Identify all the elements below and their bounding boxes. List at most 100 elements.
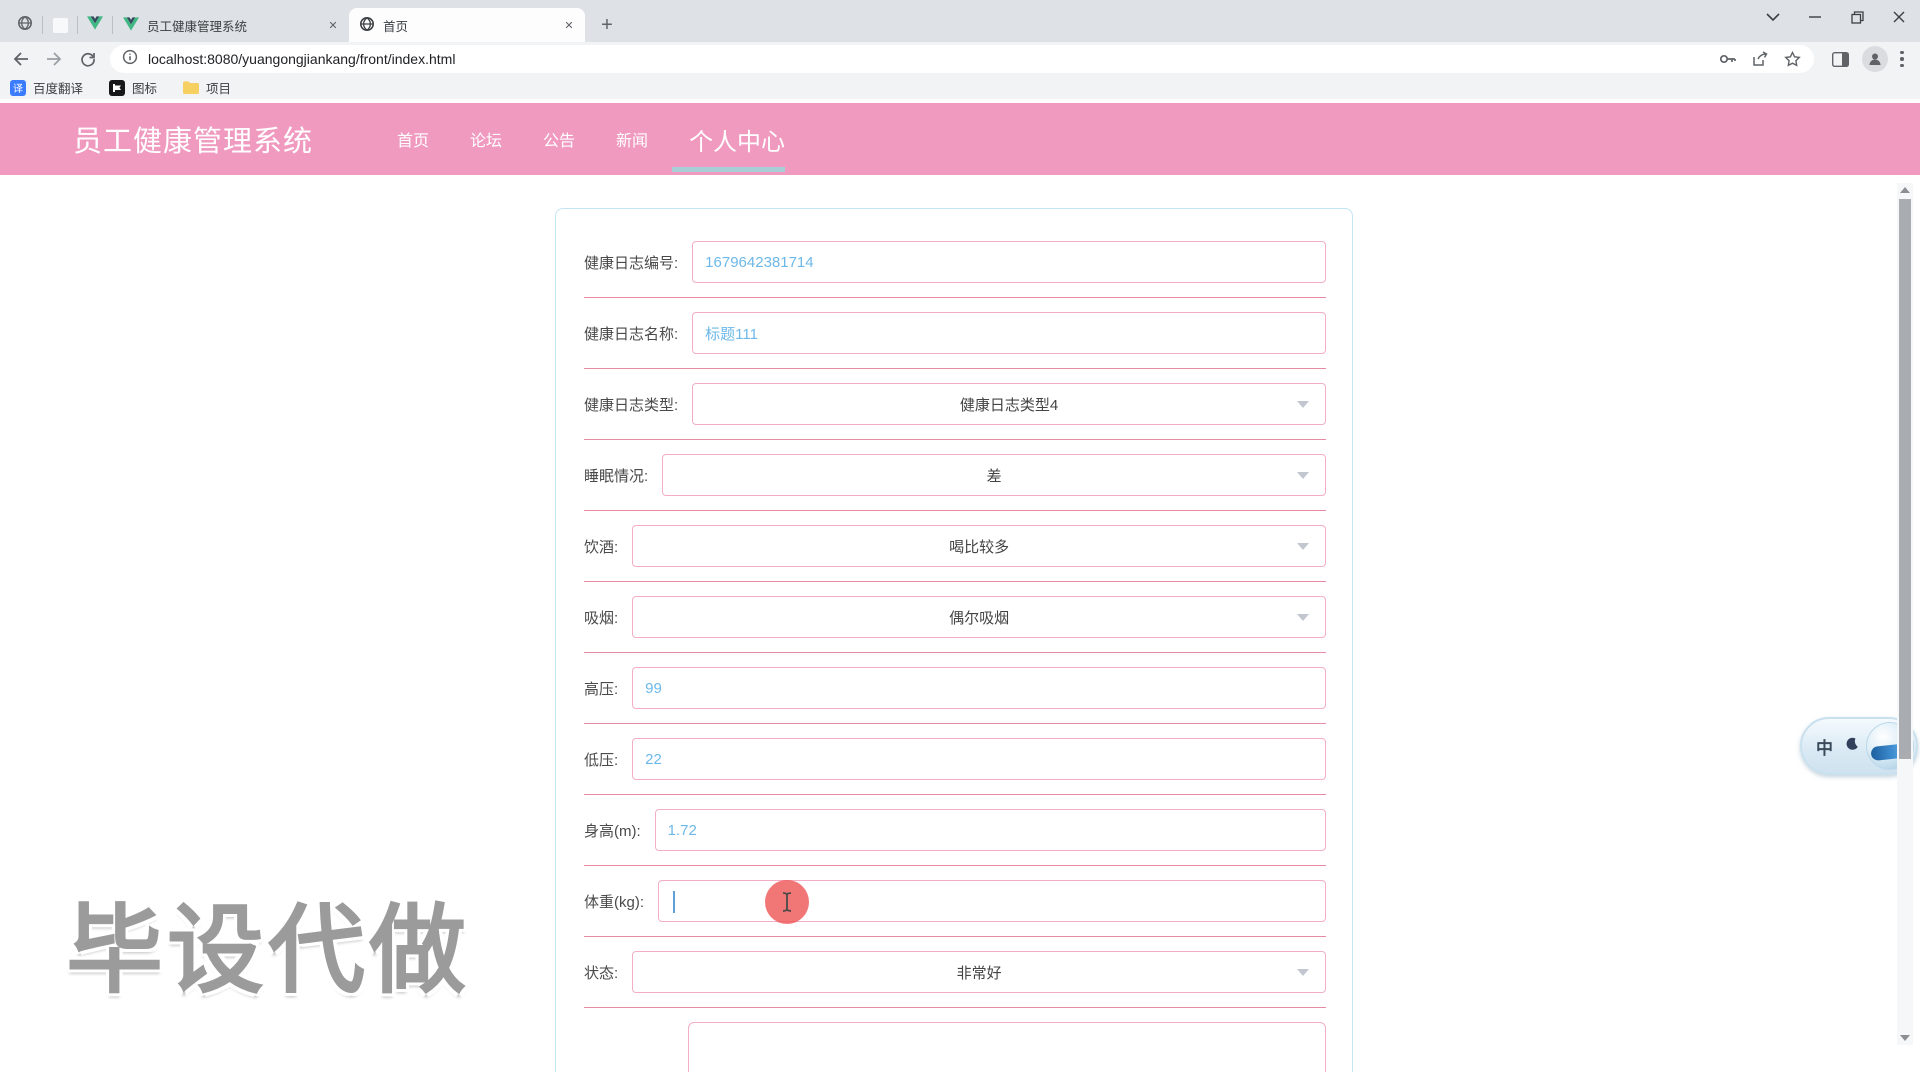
field-label: 高压: (584, 680, 619, 698)
chevron-down-icon (1297, 969, 1309, 976)
ibeam-cursor-icon (782, 892, 792, 912)
smoking-select[interactable]: 偶尔吸烟 (632, 596, 1326, 638)
field-label: 体重(kg): (584, 893, 645, 911)
site-title: 员工健康管理系统 (73, 126, 314, 158)
weight-input[interactable] (658, 880, 1326, 922)
tab-search-chevron-icon[interactable] (1752, 0, 1794, 34)
field-label: 健康日志编号: (584, 254, 679, 272)
restore-button[interactable] (1836, 0, 1878, 34)
tab-home-active[interactable]: 首页 ✕ (349, 8, 585, 42)
nav-item-home[interactable]: 首页 (397, 127, 429, 151)
scroll-up-arrow[interactable] (1899, 184, 1911, 196)
globe-icon (359, 16, 375, 35)
tab-separator (77, 16, 78, 34)
tab-separator (112, 16, 113, 34)
field-row-systolic: 高压: (584, 653, 1326, 724)
active-nav-underline (672, 167, 785, 172)
field-label: 健康日志名称: (584, 325, 679, 343)
nav-item-notice[interactable]: 公告 (543, 127, 575, 151)
reload-button[interactable] (74, 45, 102, 73)
bookmark-baidu-translate[interactable]: 译 百度翻译 (10, 78, 83, 97)
field-row-health-log-type: 健康日志类型: 健康日志类型4 (584, 369, 1326, 440)
moon-icon[interactable] (1845, 737, 1859, 756)
url-text[interactable]: localhost:8080/yuangongjiankang/front/in… (148, 51, 1708, 67)
field-label: 饮酒: (584, 538, 619, 556)
close-window-button[interactable] (1878, 0, 1920, 34)
chevron-down-icon (1297, 543, 1309, 550)
browser-toolbar: localhost:8080/yuangongjiankang/front/in… (0, 42, 1920, 76)
diastolic-pressure-input[interactable] (632, 738, 1326, 780)
forward-button[interactable] (40, 45, 68, 73)
bookmark-label: 项目 (206, 82, 232, 96)
text-caret (673, 891, 676, 913)
field-label: 健康日志类型: (584, 396, 679, 414)
baidu-translate-icon: 译 (10, 79, 26, 96)
ime-mode-indicator[interactable]: 中 (1816, 734, 1833, 759)
scrollbar-thumb[interactable] (1899, 199, 1911, 759)
drinking-select[interactable]: 喝比较多 (632, 525, 1326, 567)
select-value: 健康日志类型4 (959, 396, 1059, 414)
browser-titlebar: 员工健康管理系统 ✕ 首页 ✕ + (0, 0, 1920, 42)
chevron-down-icon (1297, 472, 1309, 479)
bookmark-label: 百度翻译 (33, 82, 84, 96)
chevron-down-icon (1297, 614, 1309, 621)
bookmark-star-icon[interactable] (1780, 47, 1804, 71)
health-log-id-input[interactable] (692, 241, 1326, 283)
nav-item-forum[interactable]: 论坛 (470, 127, 502, 151)
field-row-height: 身高(m): (584, 795, 1326, 866)
scroll-down-arrow[interactable] (1899, 1032, 1911, 1044)
pinned-tab-globe[interactable] (8, 8, 42, 42)
health-log-form-panel: 健康日志编号: 健康日志名称: 健康日志类型: 健康日志类型4 睡眠情况: 差 … (555, 208, 1353, 1072)
site-info-icon[interactable] (122, 49, 138, 70)
select-value: 偶尔吸烟 (949, 609, 1010, 627)
bookmark-icons[interactable]: 图标 (109, 78, 157, 97)
status-select[interactable]: 非常好 (632, 951, 1326, 993)
password-key-icon[interactable] (1716, 47, 1740, 71)
watermark-text: 毕设代做 (66, 896, 470, 1005)
side-panel-icon[interactable] (1826, 45, 1854, 73)
back-button[interactable] (6, 45, 34, 73)
folder-icon (183, 80, 200, 96)
field-row-health-log-name: 健康日志名称: (584, 298, 1326, 369)
nav-item-personal-center[interactable]: 个人中心 (689, 122, 785, 157)
bookmark-label: 图标 (132, 82, 158, 96)
bookmark-project-folder[interactable]: 项目 (183, 78, 231, 97)
sleep-status-select[interactable]: 差 (662, 454, 1326, 496)
new-tab-button[interactable]: + (593, 11, 621, 39)
field-label: 睡眠情况: (584, 467, 649, 485)
pinned-tab-blank[interactable] (43, 8, 77, 42)
field-row-smoking: 吸烟: 偶尔吸烟 (584, 582, 1326, 653)
nav-item-news[interactable]: 新闻 (616, 127, 648, 151)
field-row-sleep-status: 睡眠情况: 差 (584, 440, 1326, 511)
vue-icon (123, 16, 139, 34)
health-log-type-select[interactable]: 健康日志类型4 (692, 383, 1326, 425)
site-header: 员工健康管理系统 首页 论坛 公告 新闻 个人中心 (0, 103, 1920, 175)
select-value: 差 (986, 467, 1002, 485)
systolic-pressure-input[interactable] (632, 667, 1326, 709)
field-row-weight: 体重(kg): (584, 866, 1326, 937)
share-icon[interactable] (1748, 47, 1772, 71)
health-log-name-input[interactable] (692, 312, 1326, 354)
field-row-status: 状态: 非常好 (584, 937, 1326, 1008)
tab-close-icon[interactable]: ✕ (561, 17, 577, 33)
tab-health-system[interactable]: 员工健康管理系统 ✕ (113, 8, 349, 42)
address-bar[interactable]: localhost:8080/yuangongjiankang/front/in… (110, 45, 1814, 73)
field-row-diastolic: 低压: (584, 724, 1326, 795)
mouse-cursor-highlight (765, 880, 809, 924)
field-row-extra (584, 1008, 1326, 1072)
browser-menu-icon[interactable] (1900, 50, 1904, 68)
field-label: 身高(m): (584, 822, 641, 840)
page-scrollbar[interactable] (1897, 183, 1913, 1045)
pinned-tab-vue[interactable] (78, 8, 112, 42)
tab-close-icon[interactable]: ✕ (325, 17, 341, 33)
extra-textarea[interactable] (688, 1022, 1326, 1072)
field-label: 吸烟: (584, 609, 619, 627)
web-page: 员工健康管理系统 首页 论坛 公告 新闻 个人中心 健康日志编号: 健康日志名称… (0, 99, 1920, 1072)
select-value: 喝比较多 (949, 538, 1010, 556)
height-input[interactable] (654, 809, 1326, 851)
minimize-button[interactable] (1794, 0, 1836, 34)
field-label: 状态: (584, 964, 619, 982)
tab-title: 首页 (383, 19, 409, 34)
field-label: 低压: (584, 751, 619, 769)
profile-avatar[interactable] (1862, 46, 1888, 72)
